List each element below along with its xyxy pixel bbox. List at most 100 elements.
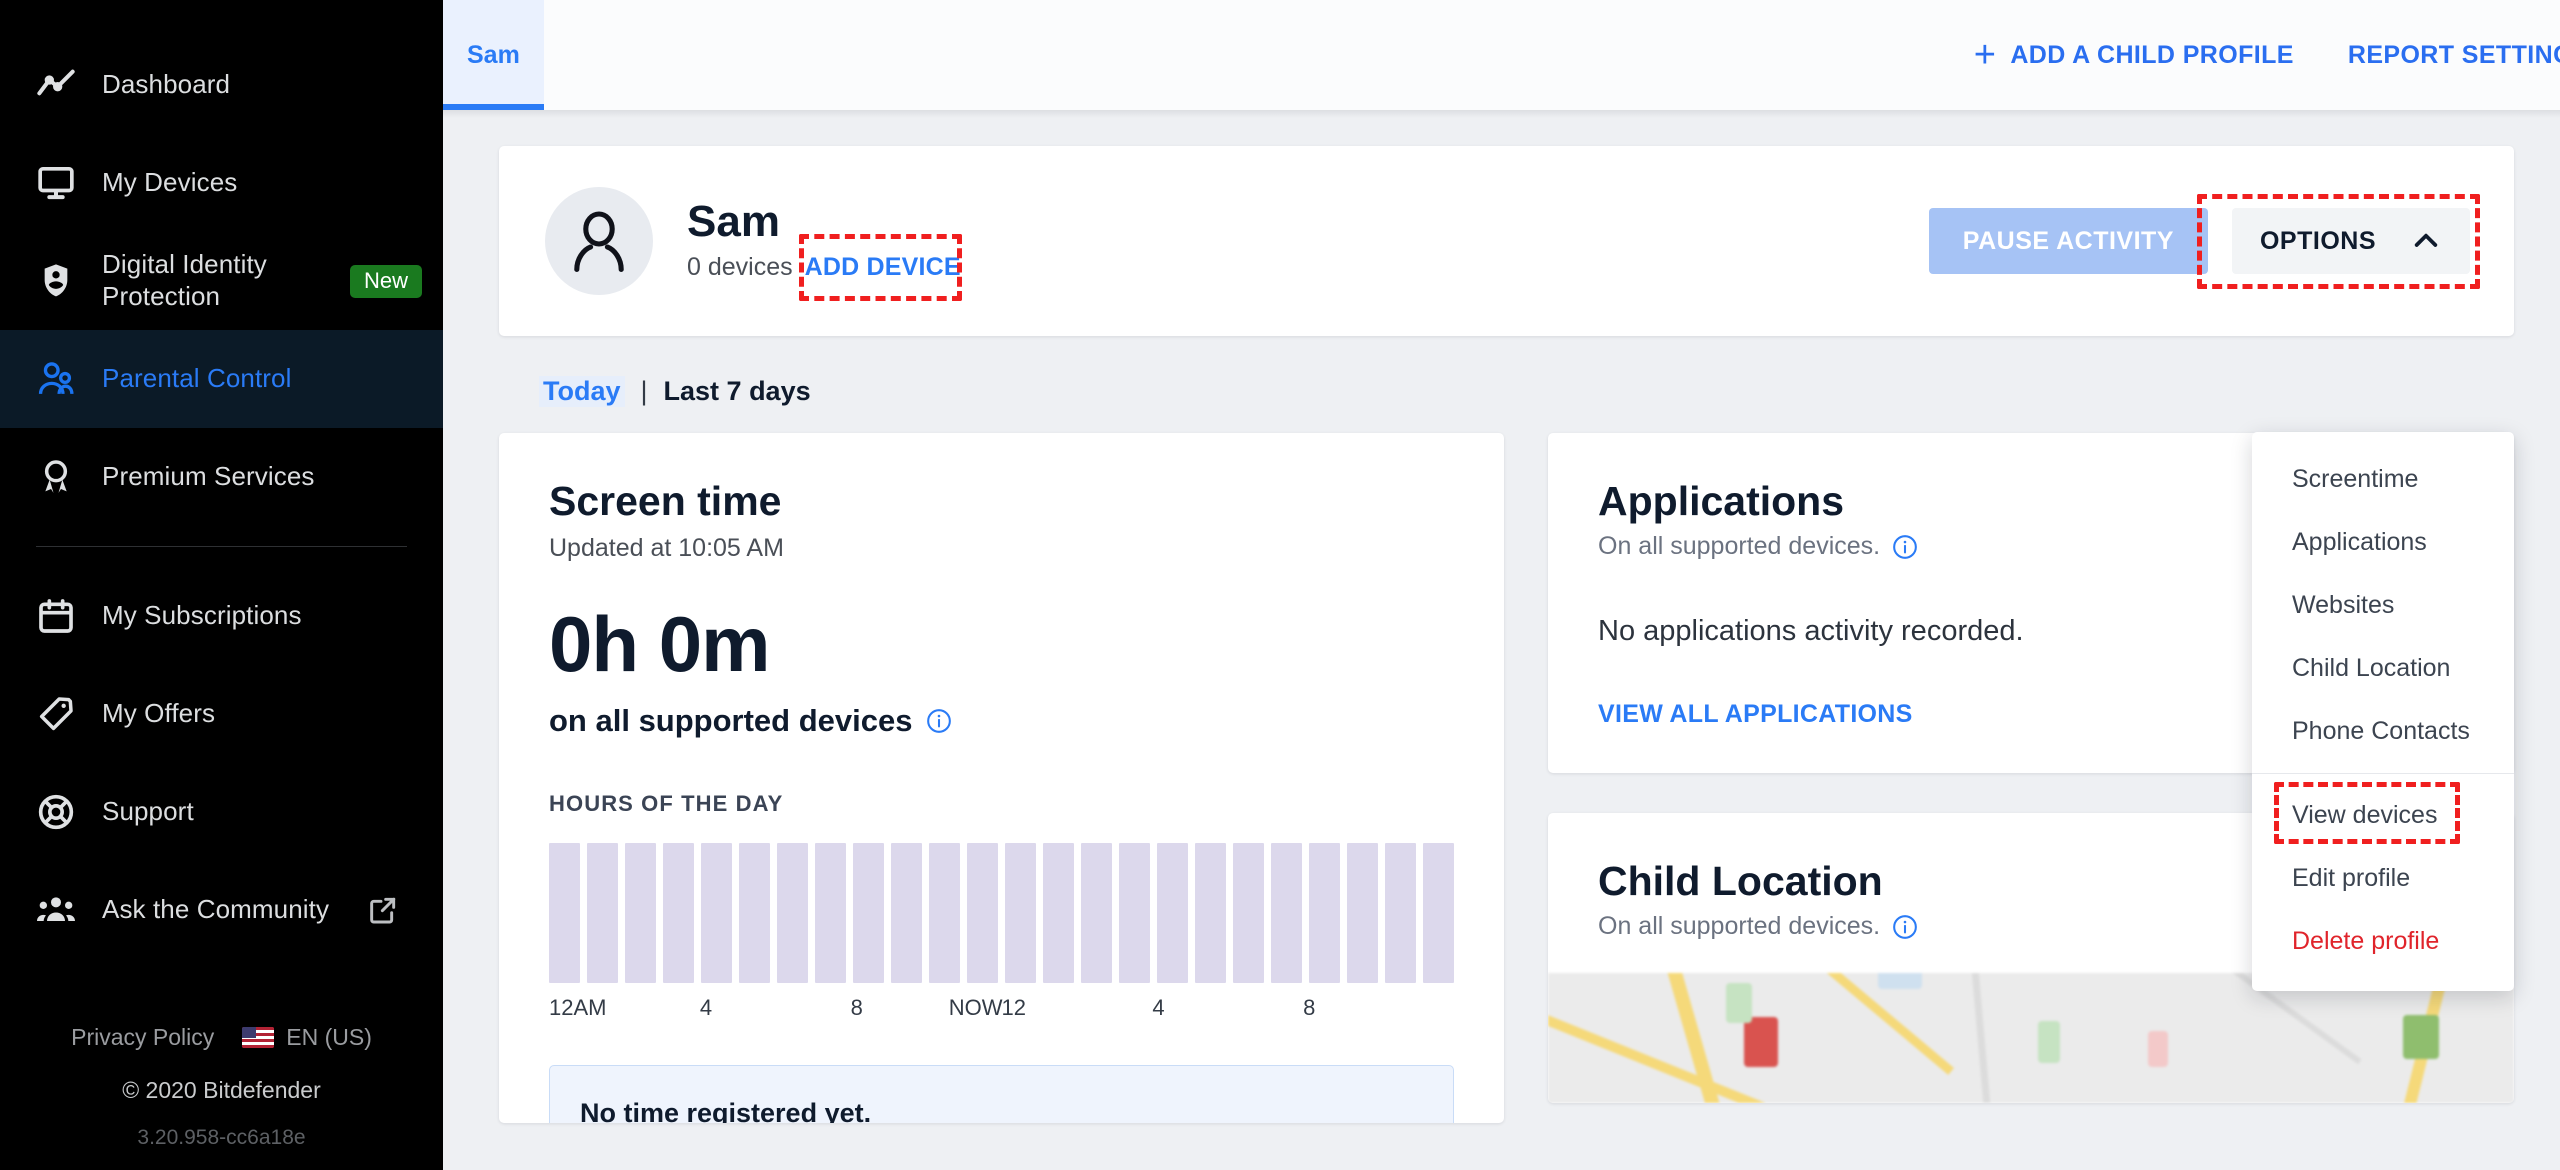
copyright-text: © 2020 Bitdefender [122, 1077, 321, 1103]
hour-bar[interactable] [777, 843, 808, 984]
dropdown-item-applications[interactable]: Applications [2252, 511, 2514, 574]
calendar-icon [36, 596, 88, 636]
cards-grid: Screen time Updated at 10:05 AM 0h 0m on… [499, 433, 2514, 1123]
axis-tick-label: 4 [1152, 995, 1165, 1021]
hour-bar[interactable] [1423, 843, 1454, 984]
hour-bar[interactable] [1157, 843, 1188, 984]
hour-bar[interactable] [853, 843, 884, 984]
period-today[interactable]: Today [539, 376, 625, 407]
hour-bar[interactable] [549, 843, 580, 984]
left-column: Screen time Updated at 10:05 AM 0h 0m on… [499, 433, 1504, 1123]
sidebar-item-my-subscriptions[interactable]: My Subscriptions [0, 567, 443, 665]
add-child-profile-label: ADD A CHILD PROFILE [2010, 40, 2294, 69]
profile-text: Sam 0 devices ADD DEVICE [687, 198, 967, 285]
hour-bar[interactable] [1043, 843, 1074, 984]
us-flag-icon [242, 1027, 275, 1048]
sidebar-item-parental-control[interactable]: Parental Control [0, 330, 443, 428]
hour-bar[interactable] [701, 843, 732, 984]
dropdown-item-websites[interactable]: Websites [2252, 574, 2514, 637]
app-root: Dashboard My Devices Digital Identity Pr… [0, 0, 2560, 1170]
options-button[interactable]: OPTIONS [2231, 208, 2470, 274]
sidebar-item-label: Dashboard [102, 69, 231, 100]
hour-bar[interactable] [1347, 843, 1378, 984]
hour-bar[interactable] [1271, 843, 1302, 984]
content-area: Sam 0 devices ADD DEVICE PAUSE ACTIVITY … [443, 110, 2560, 1123]
axis-tick-label: NOW [948, 995, 1003, 1021]
version-text: 3.20.958-cc6a18e [137, 1126, 306, 1149]
sidebar-item-dashboard[interactable]: Dashboard [0, 36, 443, 134]
screen-time-card: Screen time Updated at 10:05 AM 0h 0m on… [499, 433, 1504, 1123]
devices-count: 0 devices [687, 253, 793, 282]
hour-bar[interactable] [663, 843, 694, 984]
info-icon[interactable] [1892, 914, 1918, 940]
life-ring-icon [36, 792, 88, 832]
dropdown-item-edit-profile[interactable]: Edit profile [2252, 847, 2514, 910]
hour-bar[interactable] [587, 843, 618, 984]
sidebar-item-my-offers[interactable]: My Offers [0, 665, 443, 763]
dropdown-item-child-location[interactable]: Child Location [2252, 637, 2514, 700]
sidebar-item-my-devices[interactable]: My Devices [0, 134, 443, 232]
sidebar-item-support[interactable]: Support [0, 763, 443, 861]
add-device-button[interactable]: ADD DEVICE [799, 251, 967, 284]
tab-label: Sam [467, 40, 520, 69]
info-icon[interactable] [926, 708, 952, 734]
no-time-notice: No time registered yet. [549, 1065, 1454, 1123]
language-selector[interactable]: EN (US) [242, 1024, 372, 1051]
page-title: Sam [687, 196, 780, 246]
hour-bar[interactable] [1119, 843, 1150, 984]
shield-person-icon [36, 261, 88, 301]
dropdown-item-view-devices[interactable]: View devices [2252, 782, 2514, 847]
hour-bar[interactable] [891, 843, 922, 984]
sidebar-item-ask-the-community[interactable]: Ask the Community [0, 861, 443, 959]
child-location-subtitle: On all supported devices. [1598, 912, 1881, 941]
location-map[interactable] [1548, 973, 2514, 1104]
sidebar-item-label: My Devices [102, 167, 238, 198]
options-label: OPTIONS [2259, 226, 2376, 255]
tab-sam[interactable]: Sam [443, 0, 544, 110]
hour-bar[interactable] [1385, 843, 1416, 984]
main-content: Sam + ADD A CHILD PROFILE REPORT SETTING… [443, 0, 2560, 1170]
axis-tick-label: 8 [850, 995, 863, 1021]
add-child-profile-button[interactable]: + ADD A CHILD PROFILE [1974, 36, 2294, 74]
hour-bar[interactable] [739, 843, 770, 984]
monitor-icon [36, 163, 88, 203]
highlight-view-devices [2274, 782, 2460, 844]
profile-subline: 0 devices ADD DEVICE [687, 251, 967, 284]
dropdown-item-phone-contacts[interactable]: Phone Contacts [2252, 700, 2514, 763]
sidebar-item-premium-services[interactable]: Premium Services [0, 428, 443, 526]
screen-time-supported: on all supported devices [549, 703, 1454, 739]
hour-bar[interactable] [1081, 843, 1112, 984]
hour-bar[interactable] [1233, 843, 1264, 984]
sidebar-item-label: Support [102, 796, 194, 827]
hours-bar-chart [549, 843, 1454, 984]
period-last-7-days[interactable]: Last 7 days [664, 376, 811, 407]
report-settings-label: REPORT SETTINGS [2347, 40, 2560, 69]
sidebar-item-label: Ask the Community [102, 894, 330, 925]
hour-bar[interactable] [1005, 843, 1036, 984]
chevron-up-icon [2410, 225, 2442, 257]
language-label: EN (US) [286, 1024, 372, 1050]
report-settings-button[interactable]: REPORT SETTINGS [2348, 41, 2560, 70]
sidebar-item-digital-identity-protection[interactable]: Digital Identity Protection New [0, 232, 443, 330]
dropdown-item-delete-profile[interactable]: Delete profile [2252, 910, 2514, 973]
hour-bar[interactable] [967, 843, 998, 984]
hours-axis: 12AM 4 8 NOW 12 4 8 [549, 995, 1454, 1029]
topbar: Sam + ADD A CHILD PROFILE REPORT SETTING… [443, 0, 2560, 118]
hour-bar[interactable] [929, 843, 960, 984]
axis-tick-label: 12AM [549, 995, 607, 1021]
hour-bar[interactable] [625, 843, 656, 984]
pause-activity-button[interactable]: PAUSE ACTIVITY [1928, 208, 2208, 274]
dropdown-item-screentime[interactable]: Screentime [2252, 448, 2514, 511]
price-tag-icon [36, 694, 88, 734]
info-icon[interactable] [1892, 534, 1918, 560]
screen-time-title: Screen time [549, 478, 782, 524]
hour-bar[interactable] [815, 843, 846, 984]
hour-bar[interactable] [1195, 843, 1226, 984]
hour-bar[interactable] [1309, 843, 1340, 984]
sidebar-item-label: My Offers [102, 698, 216, 729]
plus-icon: + [1973, 34, 1997, 76]
sidebar: Dashboard My Devices Digital Identity Pr… [0, 0, 443, 1170]
dropdown-separator [2252, 773, 2514, 774]
privacy-policy-link[interactable]: Privacy Policy [71, 1024, 214, 1051]
options-dropdown-menu[interactable]: Screentime Applications Websites Child Loca… [2252, 432, 2514, 991]
